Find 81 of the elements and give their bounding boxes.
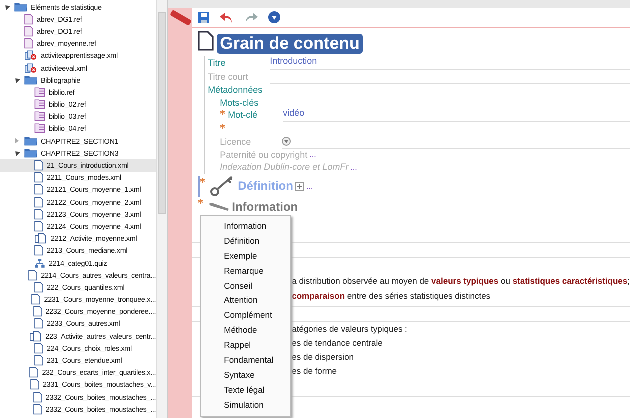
document-icon bbox=[32, 306, 42, 317]
dropdown-icon bbox=[282, 136, 292, 146]
dropdown-field[interactable] bbox=[282, 134, 630, 148]
menu-item[interactable]: Complément bbox=[201, 308, 290, 324]
document-icon bbox=[34, 221, 44, 232]
document-icon bbox=[34, 160, 44, 171]
save-icon[interactable] bbox=[198, 12, 210, 24]
menu-item[interactable]: Remarque bbox=[201, 264, 290, 279]
input-field[interactable]: vidéo bbox=[283, 108, 630, 122]
menu-item[interactable]: Simulation bbox=[201, 398, 290, 413]
document-icon bbox=[33, 404, 43, 414]
more-link[interactable]: ... bbox=[306, 182, 314, 190]
book-icon bbox=[34, 99, 46, 110]
document-icon bbox=[34, 355, 44, 366]
menu-item[interactable]: Définition bbox=[201, 234, 290, 249]
document-icon bbox=[34, 246, 44, 256]
scrollbar[interactable] bbox=[156, 0, 168, 418]
document-icon bbox=[34, 318, 44, 330]
redo-icon[interactable] bbox=[244, 12, 258, 24]
folder-icon bbox=[24, 148, 38, 158]
folder-icon bbox=[24, 75, 38, 86]
document-icon bbox=[34, 196, 44, 208]
collapsed-arrow-icon[interactable] bbox=[15, 138, 19, 144]
book-icon bbox=[34, 87, 46, 98]
menu-item[interactable]: Texte légal bbox=[201, 382, 290, 398]
expanded-arrow-icon[interactable] bbox=[3, 4, 11, 11]
document-icon bbox=[30, 380, 40, 390]
hierarchy-icon bbox=[34, 258, 46, 268]
field-label: Paternité ou copyright bbox=[220, 150, 308, 160]
more-link[interactable]: ... bbox=[350, 162, 358, 172]
field-label: Titre court bbox=[208, 72, 250, 82]
section-title: Information bbox=[232, 200, 298, 214]
document-icon bbox=[28, 270, 38, 280]
document-icon bbox=[24, 26, 34, 37]
document-icon bbox=[34, 184, 44, 196]
menu-item[interactable]: Conseil bbox=[201, 278, 290, 294]
folder-icon bbox=[14, 2, 28, 12]
menu-item[interactable]: Attention bbox=[201, 293, 290, 308]
undo-icon[interactable] bbox=[220, 12, 234, 24]
menu-item[interactable]: Exemple bbox=[201, 248, 290, 264]
document-icon bbox=[34, 282, 44, 293]
paragraph-text: es de forme bbox=[292, 365, 338, 378]
dropdown-circle-icon[interactable] bbox=[268, 11, 282, 24]
book-icon bbox=[34, 112, 46, 122]
field-label: Mot-clé bbox=[228, 110, 259, 120]
input-field[interactable]: Introduction bbox=[270, 56, 630, 70]
expand-icon[interactable] bbox=[295, 182, 304, 190]
menu-item[interactable]: Rappel bbox=[201, 338, 290, 354]
section-title: Définition bbox=[238, 179, 294, 193]
menu-item[interactable]: Fondamental bbox=[201, 353, 290, 368]
document-icon bbox=[29, 368, 39, 378]
document-icon bbox=[34, 343, 44, 354]
menu-item[interactable]: Syntaxe bbox=[201, 368, 290, 383]
document-icon bbox=[24, 38, 34, 49]
error-document-icon bbox=[24, 50, 38, 62]
menu-item[interactable]: Information bbox=[201, 219, 290, 234]
document-icon bbox=[24, 14, 34, 24]
book-icon bbox=[34, 124, 46, 134]
field-label: Titre bbox=[208, 58, 227, 68]
more-link[interactable]: ... bbox=[310, 150, 316, 160]
paragraph-text: comparaison entre des séries statistiques distinctes bbox=[292, 290, 492, 303]
documents-icon bbox=[34, 233, 48, 244]
document-icon bbox=[33, 392, 43, 402]
field-label: Indexation Dublin-core et LomFr bbox=[220, 162, 349, 172]
documents-icon bbox=[29, 330, 42, 342]
document-icon bbox=[31, 294, 42, 305]
content-title: Grain de contenu bbox=[217, 34, 363, 54]
folder-icon bbox=[24, 136, 38, 146]
paragraph-text: es de dispersion bbox=[292, 351, 356, 364]
field-label: Licence bbox=[220, 136, 252, 146]
menu-item[interactable]: Méthode bbox=[201, 323, 290, 338]
pen-icon bbox=[208, 202, 230, 212]
section-label: Mots-clés bbox=[220, 98, 260, 108]
paragraph-text: es de tendance centrale bbox=[292, 336, 384, 350]
error-document-icon bbox=[24, 62, 38, 74]
paragraph-text: atégories de valeurs typiques : bbox=[292, 322, 408, 336]
paragraph-text: a distribution observée au moyen de valeurs typiques ou statistiques caractéristiques; bbox=[292, 274, 630, 288]
section-label: Métadonnées bbox=[208, 85, 264, 97]
document-icon bbox=[34, 209, 44, 220]
expanded-arrow-icon[interactable] bbox=[13, 76, 21, 84]
document-icon bbox=[34, 172, 44, 183]
